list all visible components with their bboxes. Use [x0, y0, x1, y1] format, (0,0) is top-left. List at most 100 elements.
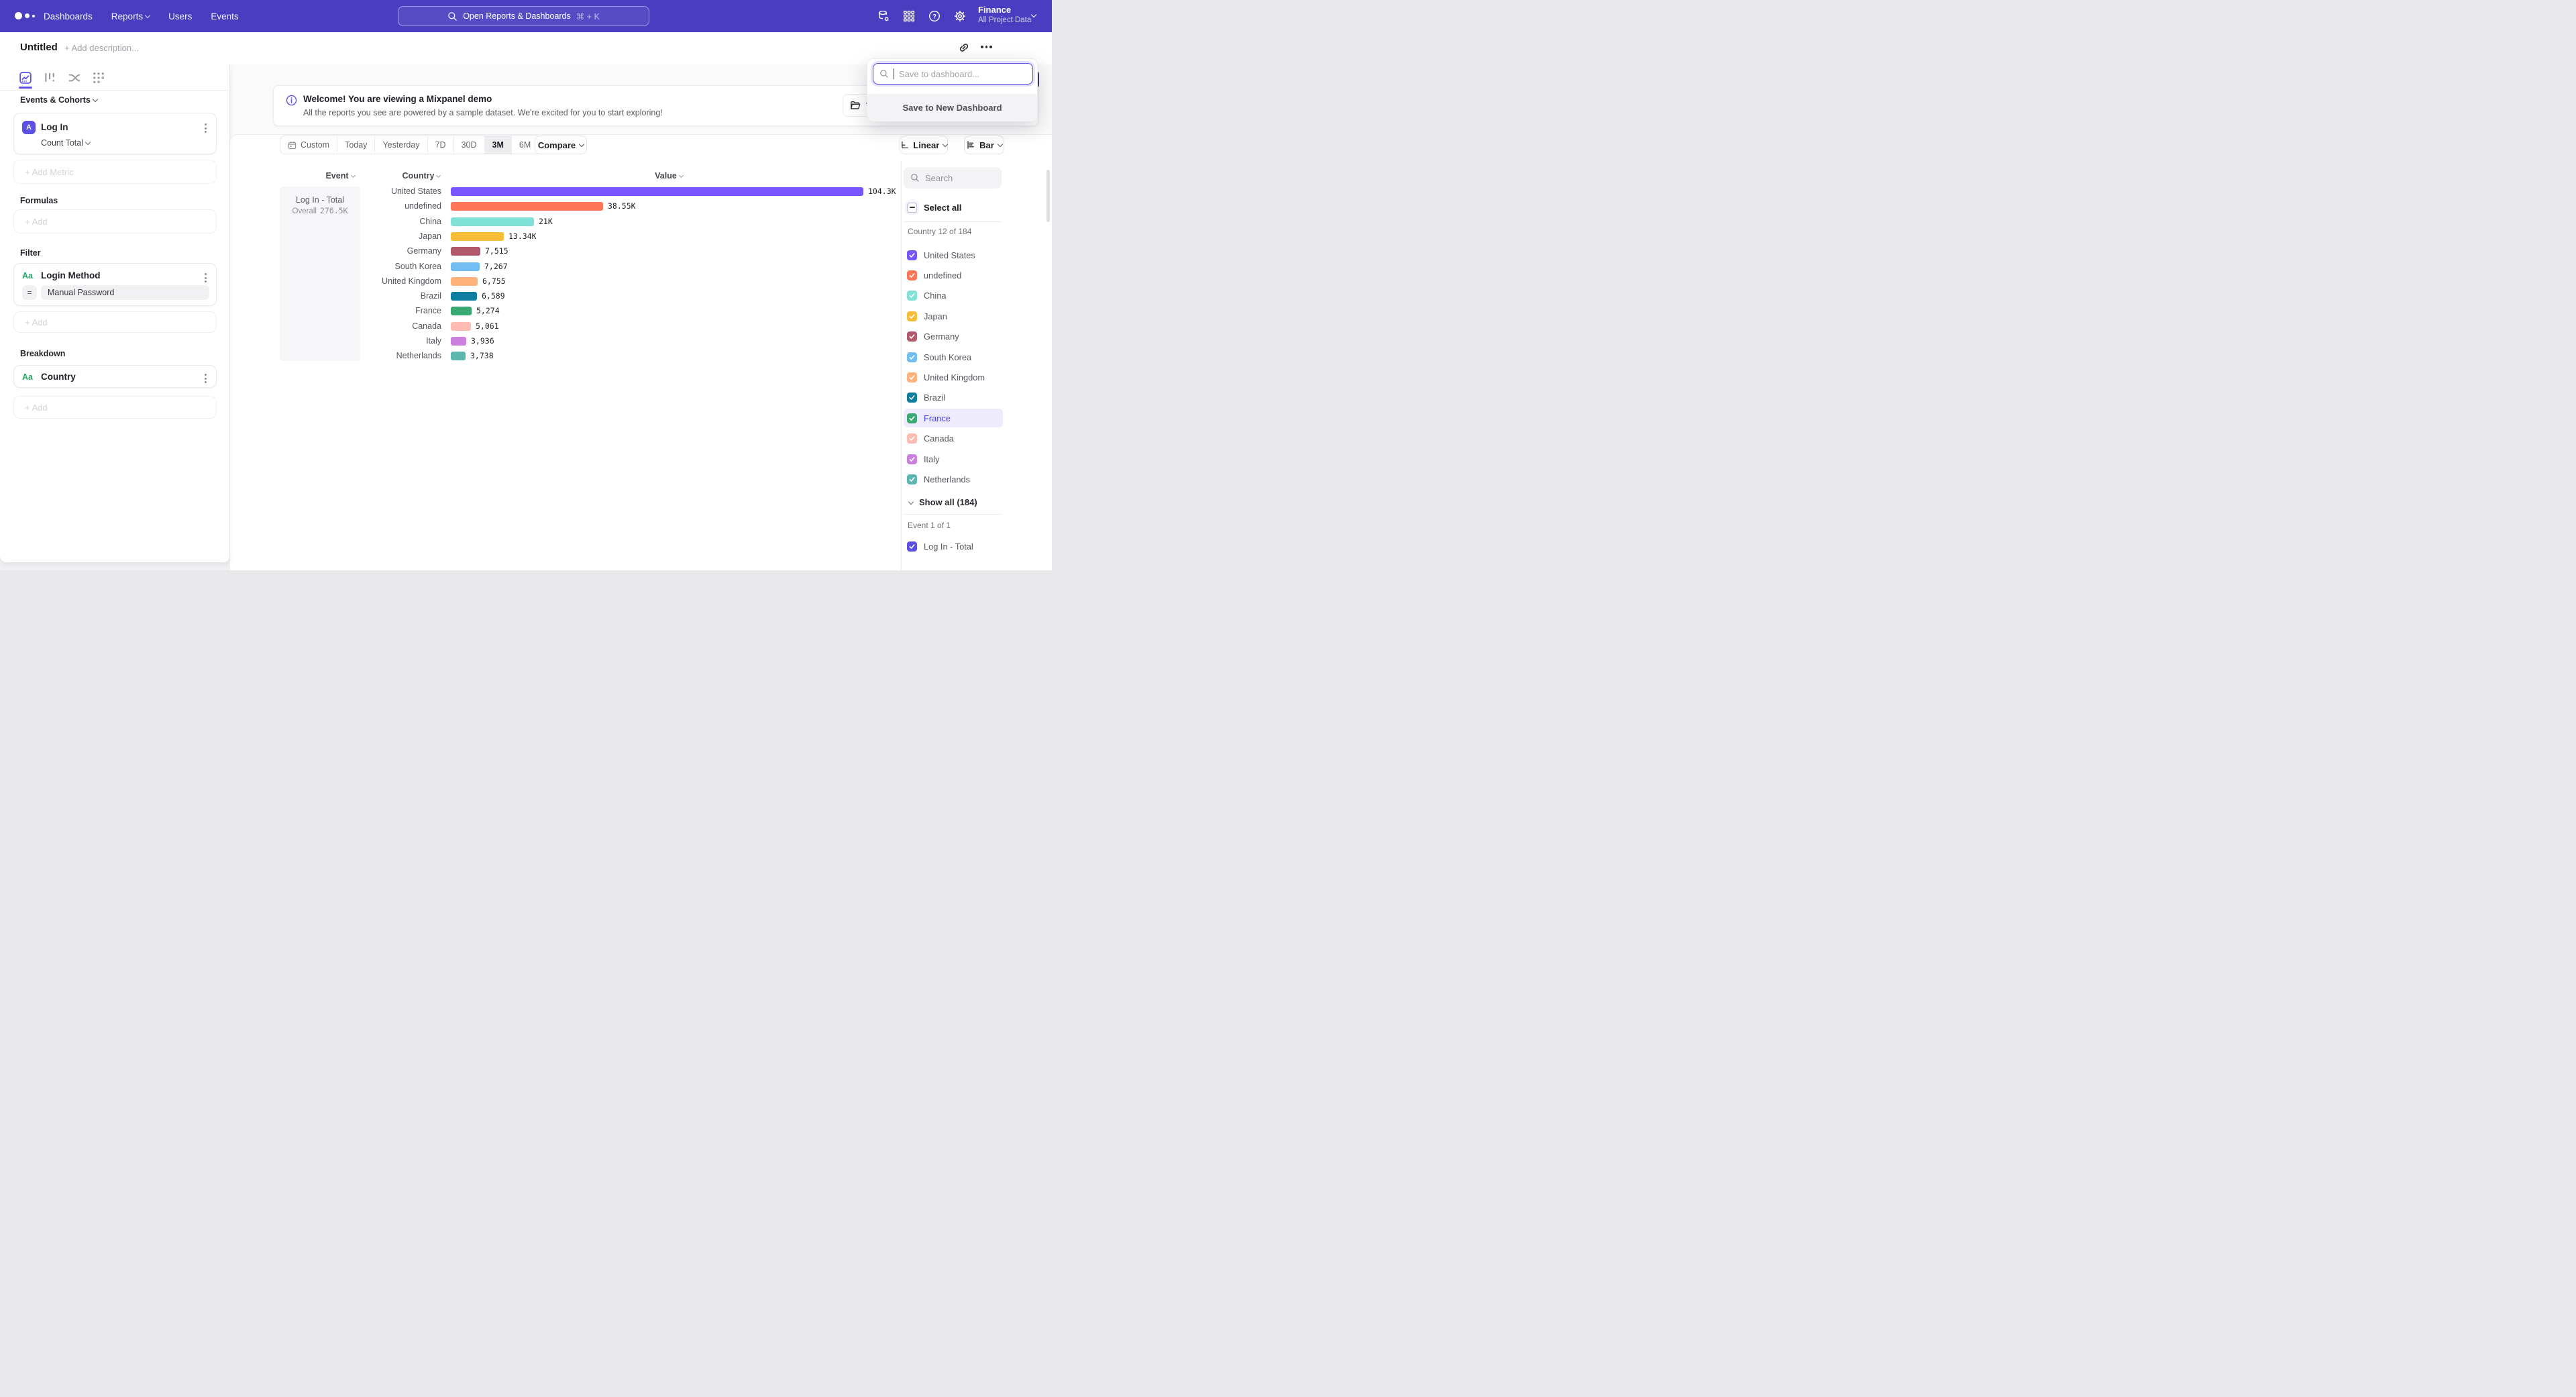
legend-checkbox-netherlands[interactable]: [907, 474, 917, 484]
settings-gear-icon[interactable]: [952, 8, 968, 24]
bar-category-label[interactable]: Japan: [366, 232, 441, 241]
kebab-menu-icon[interactable]: [203, 272, 208, 284]
legend-checkbox-germany[interactable]: [907, 331, 917, 342]
mixpanel-logo-icon[interactable]: [15, 12, 35, 19]
bar-category-label[interactable]: France: [366, 307, 441, 315]
event-checkbox[interactable]: [907, 541, 917, 552]
bar-brazil[interactable]: [451, 292, 477, 301]
filter-value[interactable]: Manual Password: [41, 285, 209, 300]
range-30d[interactable]: 30D: [453, 136, 484, 154]
nav-item-dashboards[interactable]: Dashboards: [44, 11, 93, 21]
legend-row-undefined[interactable]: undefined: [904, 266, 1003, 284]
bar-south-korea[interactable]: [451, 262, 480, 271]
bar-category-label[interactable]: undefined: [366, 202, 441, 211]
bar-category-label[interactable]: United Kingdom: [366, 277, 441, 286]
global-search-button[interactable]: Open Reports & Dashboards ⌘ + K: [398, 6, 649, 26]
legend-checkbox-france[interactable]: [907, 413, 917, 423]
bar-category-label[interactable]: China: [366, 217, 441, 226]
breakdown-property[interactable]: Country: [41, 372, 76, 382]
bar-category-label[interactable]: Italy: [366, 337, 441, 346]
event-legend-row[interactable]: Log In - Total: [904, 537, 1003, 556]
nav-item-events[interactable]: Events: [211, 11, 238, 21]
filter-property[interactable]: Login Method: [41, 270, 100, 280]
column-header-value[interactable]: Value: [637, 171, 700, 180]
save-to-new-dashboard-button[interactable]: Save to New Dashboard: [867, 94, 1037, 121]
bar-germany[interactable]: [451, 247, 480, 256]
bar-japan[interactable]: [451, 232, 504, 241]
legend-row-south-korea[interactable]: South Korea: [904, 348, 1003, 366]
add-formula-button[interactable]: + Add: [13, 209, 217, 234]
bar-category-label[interactable]: Netherlands: [366, 352, 441, 360]
show-all-button[interactable]: Show all (184): [904, 493, 977, 511]
legend-row-canada[interactable]: Canada: [904, 429, 1003, 448]
bar-china[interactable]: [451, 217, 534, 226]
kebab-menu-icon[interactable]: [203, 372, 208, 384]
legend-row-netherlands[interactable]: Netherlands: [904, 470, 1003, 488]
filter-operator[interactable]: =: [22, 285, 37, 300]
bar-category-label[interactable]: Canada: [366, 322, 441, 331]
legend-checkbox-japan[interactable]: [907, 311, 917, 321]
select-all-row[interactable]: Select all: [904, 199, 1002, 216]
bar-canada[interactable]: [451, 322, 471, 331]
breakdown-card[interactable]: Aa Country: [13, 365, 217, 388]
bar-italy[interactable]: [451, 337, 466, 346]
legend-row-germany[interactable]: Germany: [904, 327, 1003, 346]
bar-category-label[interactable]: Brazil: [366, 292, 441, 301]
bar-undefined[interactable]: [451, 202, 603, 211]
aggregation-selector[interactable]: Count Total: [41, 138, 90, 148]
legend-checkbox-canada[interactable]: [907, 433, 917, 444]
add-description-field[interactable]: + Add description...: [64, 43, 139, 53]
range-yesterday[interactable]: Yesterday: [374, 136, 427, 154]
scrollbar-thumb[interactable]: [1046, 170, 1050, 222]
legend-row-united-states[interactable]: United States: [904, 246, 1003, 264]
legend-checkbox-united-kingdom[interactable]: [907, 372, 917, 382]
legend-checkbox-china[interactable]: [907, 291, 917, 301]
data-management-icon[interactable]: [875, 8, 892, 24]
event-name[interactable]: Log In: [41, 122, 68, 132]
more-options-icon[interactable]: [981, 46, 992, 48]
select-all-checkbox[interactable]: [907, 203, 917, 213]
tab-insights-icon[interactable]: [19, 71, 32, 85]
range-3m[interactable]: 3M: [484, 136, 511, 154]
kebab-menu-icon[interactable]: [203, 122, 208, 134]
chart-type-button[interactable]: Bar: [964, 136, 1004, 154]
tab-funnels-icon[interactable]: [43, 71, 56, 85]
help-icon[interactable]: ?: [926, 8, 943, 24]
bar-france[interactable]: [451, 307, 472, 315]
nav-item-reports[interactable]: Reports: [111, 11, 150, 21]
bar-netherlands[interactable]: [451, 352, 466, 360]
legend-row-france[interactable]: France: [904, 409, 1003, 427]
legend-row-italy[interactable]: Italy: [904, 450, 1003, 468]
copy-link-icon[interactable]: [958, 42, 971, 55]
compare-button[interactable]: Compare: [535, 136, 587, 154]
add-filter-button[interactable]: + Add: [13, 311, 217, 333]
events-section-label[interactable]: Events & Cohorts: [20, 95, 97, 105]
bar-category-label[interactable]: Germany: [366, 247, 441, 256]
save-dashboard-search-input[interactable]: Save to dashboard...: [873, 63, 1033, 85]
bar-category-label[interactable]: United States: [366, 187, 441, 196]
column-header-country[interactable]: Country: [389, 171, 453, 180]
event-summary-panel[interactable]: Log In - Total Overall276.5K: [280, 187, 360, 361]
legend-row-united-kingdom[interactable]: United Kingdom: [904, 368, 1003, 386]
tab-retention-icon[interactable]: [92, 71, 105, 85]
nav-item-users[interactable]: Users: [168, 11, 192, 21]
add-metric-button[interactable]: + Add Metric: [13, 160, 217, 184]
legend-checkbox-italy[interactable]: [907, 454, 917, 464]
legend-checkbox-south-korea[interactable]: [907, 352, 917, 362]
project-selector[interactable]: Finance All Project Data: [978, 5, 1031, 25]
bar-category-label[interactable]: South Korea: [366, 262, 441, 271]
legend-search-input[interactable]: Search: [904, 167, 1002, 189]
legend-checkbox-undefined[interactable]: [907, 270, 917, 280]
range-7d[interactable]: 7D: [427, 136, 453, 154]
column-header-event[interactable]: Event: [309, 171, 372, 180]
report-title[interactable]: Untitled: [20, 42, 58, 53]
tab-flows-icon[interactable]: [68, 71, 81, 85]
bar-united-states[interactable]: [451, 187, 863, 196]
bar-united-kingdom[interactable]: [451, 277, 478, 286]
range-custom[interactable]: Custom: [280, 136, 337, 154]
apps-grid-icon[interactable]: [901, 8, 917, 24]
legend-row-brazil[interactable]: Brazil: [904, 389, 1003, 407]
yaxis-scale-button[interactable]: Linear: [900, 136, 948, 154]
legend-row-japan[interactable]: Japan: [904, 307, 1003, 325]
legend-row-china[interactable]: China: [904, 287, 1003, 305]
